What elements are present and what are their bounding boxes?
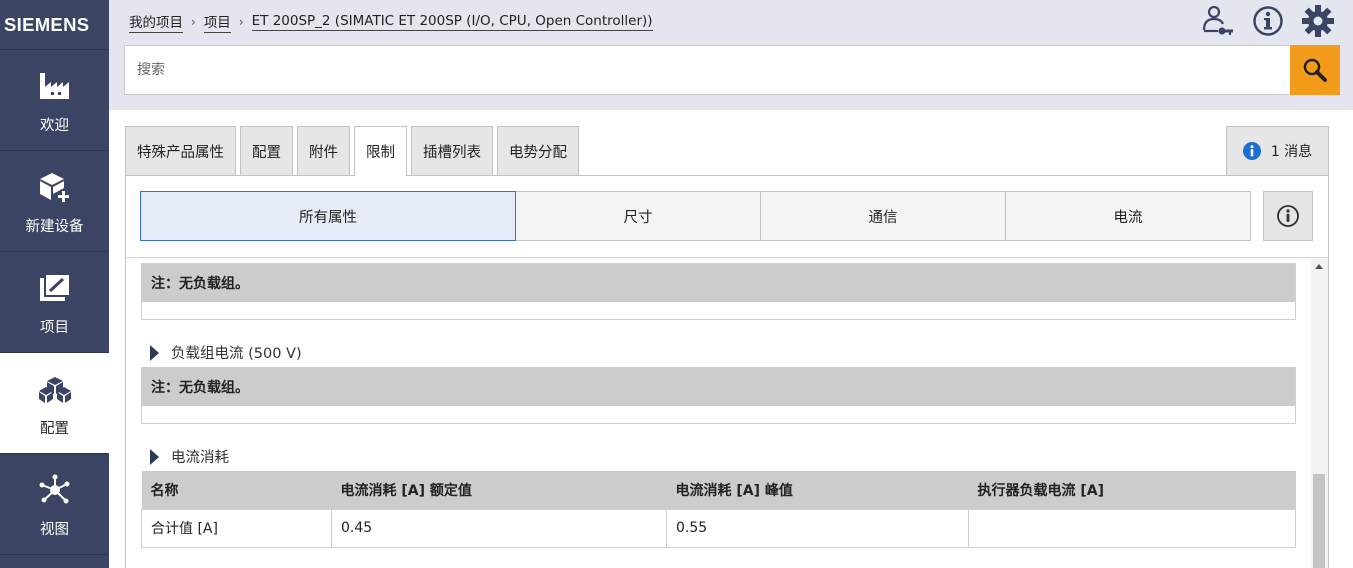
note-box: 注：无负载组。	[141, 263, 1296, 320]
note-empty-row	[142, 406, 1295, 423]
column-header: 电流消耗 [A] 额定值	[331, 471, 667, 509]
note-empty-row	[142, 302, 1295, 319]
filter-communication[interactable]: 通信	[760, 191, 1006, 241]
search-input[interactable]	[125, 46, 1275, 94]
search-bar	[124, 45, 1340, 95]
vertical-scrollbar[interactable]	[1311, 258, 1328, 568]
scrollbar-thumb[interactable]	[1313, 474, 1325, 568]
column-header: 电流消耗 [A] 峰值	[666, 471, 969, 509]
info-icon[interactable]	[1243, 3, 1293, 39]
sidebar-item-new-device[interactable]: 新建设备	[0, 151, 109, 252]
scroll-up-arrow-icon[interactable]	[1315, 264, 1323, 269]
section-current-consumption[interactable]: 电流消耗	[150, 446, 229, 467]
sidebar-item-view[interactable]: 视图	[0, 454, 109, 555]
breadcrumb-device[interactable]: ET 200SP_2 (SIMATIC ET 200SP (I/O, CPU, …	[251, 13, 653, 31]
sidebar-item-label: 配置	[40, 420, 69, 437]
filter-bar: 所有属性 尺寸 通信 电流	[140, 191, 1251, 241]
sidebar-item-configuration[interactable]: 配置	[0, 353, 109, 454]
filter-dimensions[interactable]: 尺寸	[515, 191, 761, 241]
tab-special-properties[interactable]: 特殊产品属性	[125, 126, 236, 175]
siemens-logo: SIEMENS	[0, 0, 109, 50]
table-cell	[968, 508, 1296, 548]
sidebar-item-label: 欢迎	[40, 117, 69, 134]
table-header-row: 名称 电流消耗 [A] 额定值 电流消耗 [A] 峰值 执行器负载电流 [A]	[141, 471, 1296, 509]
limits-panel: 所有属性 尺寸 通信 电流 注：无负载组。 负载组电流 (500 V) 注：无负…	[125, 175, 1329, 568]
search-button[interactable]	[1290, 45, 1340, 95]
info-icon	[1242, 142, 1261, 160]
table-cell: 0.45	[331, 508, 667, 548]
expand-triangle-icon	[150, 344, 159, 361]
messages-button[interactable]: 1 消息	[1226, 126, 1329, 175]
main-content: 特殊产品属性 配置 附件 限制 插槽列表 电势分配 1 消息 所有属性 尺寸 通…	[109, 110, 1353, 568]
tab-slot-list[interactable]: 插槽列表	[411, 126, 493, 175]
filter-all-properties[interactable]: 所有属性	[140, 191, 516, 241]
properties-scroll-area[interactable]: 注：无负载组。 负载组电流 (500 V) 注：无负载组。 电流消耗 名称 电流…	[126, 257, 1328, 568]
tab-potential-distribution[interactable]: 电势分配	[497, 126, 579, 175]
header: 我的项目 › 项目 › ET 200SP_2 (SIMATIC ET 200SP…	[109, 0, 1353, 110]
chevron-right-icon: ›	[238, 15, 244, 29]
sidebar-item-welcome[interactable]: 欢迎	[0, 50, 109, 151]
tab-limits[interactable]: 限制	[354, 126, 407, 176]
note-box: 注：无负载组。	[141, 367, 1296, 424]
settings-gear-icon[interactable]	[1293, 3, 1343, 39]
tab-accessories[interactable]: 附件	[297, 126, 350, 175]
section-title-text: 电流消耗	[171, 450, 229, 466]
column-header: 名称	[141, 471, 332, 509]
network-view-icon	[39, 470, 71, 510]
configuration-icon	[38, 369, 72, 409]
sidebar-item-project[interactable]: 项目	[0, 252, 109, 353]
table-row: 合计值 [A] 0.45 0.55	[141, 508, 1296, 548]
expand-triangle-icon	[150, 448, 159, 465]
user-license-icon[interactable]	[1193, 3, 1243, 39]
new-device-icon	[39, 167, 71, 207]
search-icon	[1303, 58, 1327, 82]
current-consumption-table: 名称 电流消耗 [A] 额定值 电流消耗 [A] 峰值 执行器负载电流 [A] …	[141, 471, 1296, 548]
breadcrumb-project[interactable]: 项目	[203, 11, 231, 33]
breadcrumb: 我的项目 › 项目 › ET 200SP_2 (SIMATIC ET 200SP…	[129, 11, 653, 33]
note-text: 注：无负载组。	[142, 368, 1295, 406]
table-cell: 合计值 [A]	[141, 508, 332, 548]
chevron-right-icon: ›	[191, 15, 196, 29]
sidebar-item-label: 新建设备	[25, 218, 84, 235]
section-load-group-current[interactable]: 负载组电流 (500 V)	[150, 342, 302, 363]
tab-bar: 特殊产品属性 配置 附件 限制 插槽列表 电势分配	[125, 126, 583, 176]
info-icon	[1277, 205, 1299, 227]
messages-count: 1 消息	[1270, 144, 1313, 160]
tab-configuration[interactable]: 配置	[240, 126, 293, 175]
filter-current[interactable]: 电流	[1005, 191, 1251, 241]
breadcrumb-my-projects[interactable]: 我的项目	[129, 11, 183, 33]
sidebar-item-label: 视图	[40, 521, 69, 538]
note-text: 注：无负载组。	[142, 264, 1295, 302]
project-icon	[39, 268, 71, 308]
factory-icon	[39, 66, 71, 106]
table-cell: 0.55	[666, 508, 969, 548]
column-header: 执行器负载电流 [A]	[968, 471, 1296, 509]
sidebar-item-label: 项目	[40, 319, 69, 336]
section-title-text: 负载组电流 (500 V)	[171, 346, 302, 362]
sidebar: SIEMENS 欢迎 新建设备 项目 配置 视图	[0, 0, 109, 568]
info-button[interactable]	[1263, 191, 1313, 241]
header-icons	[1193, 3, 1343, 39]
